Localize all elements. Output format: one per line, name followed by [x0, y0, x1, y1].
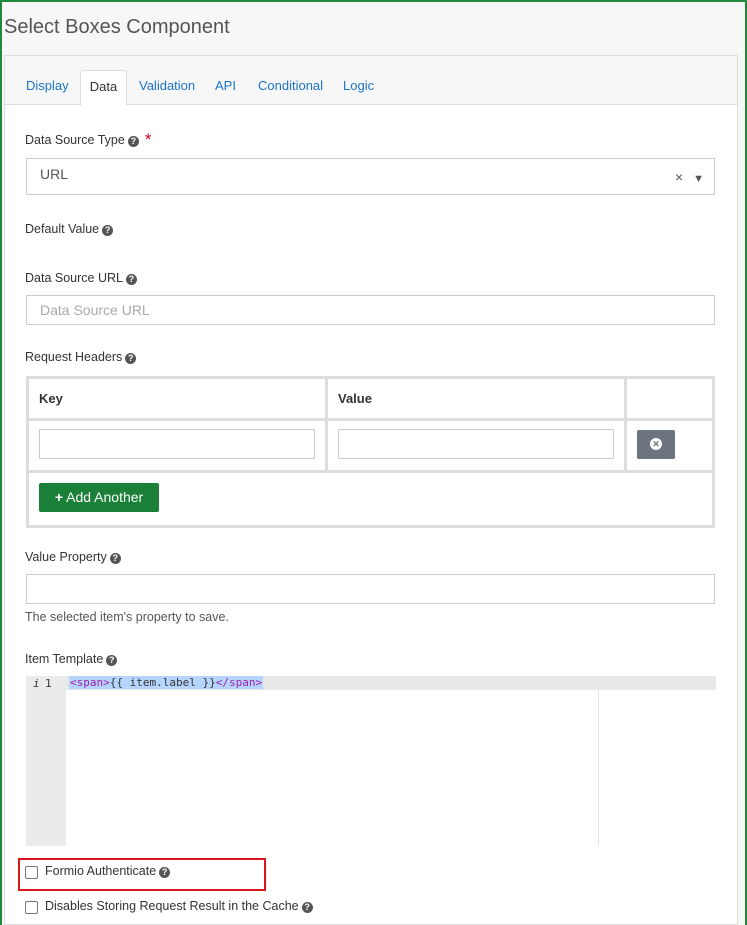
- question-circle-icon[interactable]: ?: [159, 867, 171, 878]
- column-header-value: Value: [325, 376, 627, 421]
- page-title: Select Boxes Component: [4, 16, 230, 38]
- formio-authenticate-checkbox[interactable]: [25, 866, 38, 879]
- code-close-tag: </span>: [215, 676, 263, 689]
- remove-circle-icon: ✕: [650, 438, 662, 450]
- tab-display[interactable]: Display: [26, 70, 69, 106]
- data-source-type-text: Data Source Type: [25, 133, 125, 147]
- required-asterisk: *: [144, 130, 152, 149]
- plus-icon: +: [54, 489, 63, 505]
- tab-conditional[interactable]: Conditional: [258, 70, 323, 106]
- default-value-text: Default Value: [25, 222, 100, 236]
- code-selection: <span>{{ item.label }}</span>: [69, 676, 264, 689]
- code-open-tag: <span>: [70, 676, 110, 689]
- disable-cache-label: Disables Storing Request Result in the C…: [45, 899, 313, 913]
- add-another-label: Add Another: [66, 489, 144, 505]
- question-circle-icon[interactable]: ?: [127, 136, 139, 147]
- item-template-label: Item Template?: [25, 652, 118, 666]
- question-circle-icon[interactable]: ?: [125, 353, 137, 364]
- tab-validation[interactable]: Validation: [139, 70, 195, 106]
- tab-data[interactable]: Data: [80, 70, 127, 106]
- question-circle-icon[interactable]: ?: [106, 655, 118, 666]
- question-circle-icon[interactable]: ?: [125, 274, 137, 285]
- data-source-type-select[interactable]: URL × ▼: [26, 158, 715, 195]
- disable-cache-checkbox[interactable]: [25, 901, 38, 914]
- data-source-url-label: Data Source URL?: [25, 271, 137, 285]
- value-property-input[interactable]: [26, 574, 715, 604]
- remove-row-button[interactable]: ✕: [637, 430, 675, 459]
- item-template-editor[interactable]: i 1 <span>{{ item.label }}</span>: [26, 676, 716, 846]
- value-property-help: The selected item's property to save.: [25, 610, 229, 624]
- add-another-button[interactable]: + Add Another: [39, 483, 159, 512]
- header-key-input[interactable]: [39, 429, 315, 459]
- header-value-input[interactable]: [338, 429, 614, 459]
- line-number: 1: [45, 677, 52, 690]
- column-header-key: Key: [26, 376, 328, 421]
- value-property-text: Value Property: [25, 550, 107, 564]
- request-headers-label: Request Headers?: [25, 350, 137, 364]
- formio-authenticate-text: Formio Authenticate: [45, 864, 157, 878]
- item-template-text: Item Template: [25, 652, 104, 666]
- value-property-label: Value Property?: [25, 550, 121, 564]
- request-headers-text: Request Headers: [25, 350, 123, 364]
- clear-x-icon[interactable]: ×: [675, 169, 683, 185]
- data-source-url-text: Data Source URL: [25, 271, 123, 285]
- data-source-url-input[interactable]: Data Source URL: [26, 295, 715, 325]
- editor-gutter: i 1: [26, 676, 66, 846]
- code-line[interactable]: <span>{{ item.label }}</span>: [66, 676, 716, 690]
- tab-logic[interactable]: Logic: [343, 70, 374, 106]
- info-icon: i: [33, 677, 40, 690]
- component-settings-panel: Display Data Validation API Conditional …: [4, 55, 738, 925]
- question-circle-icon[interactable]: ?: [109, 553, 121, 564]
- tab-bar: Display Data Validation API Conditional …: [5, 56, 737, 106]
- question-circle-icon[interactable]: ?: [102, 225, 114, 236]
- column-header-actions: [624, 376, 715, 421]
- caret-down-icon[interactable]: ▼: [693, 173, 704, 185]
- formio-authenticate-label: Formio Authenticate?: [45, 864, 171, 878]
- default-value-label: Default Value?: [25, 222, 114, 236]
- disable-cache-text: Disables Storing Request Result in the C…: [45, 899, 299, 913]
- print-margin: [598, 676, 599, 846]
- data-source-type-label: Data Source Type? *: [25, 130, 151, 150]
- data-source-type-value: URL: [40, 166, 69, 182]
- code-body: {{ item.label }}: [109, 676, 216, 689]
- select-controls: × ▼: [675, 169, 704, 185]
- data-source-url-placeholder: Data Source URL: [40, 302, 150, 318]
- tab-api[interactable]: API: [215, 70, 236, 106]
- question-circle-icon[interactable]: ?: [301, 902, 313, 913]
